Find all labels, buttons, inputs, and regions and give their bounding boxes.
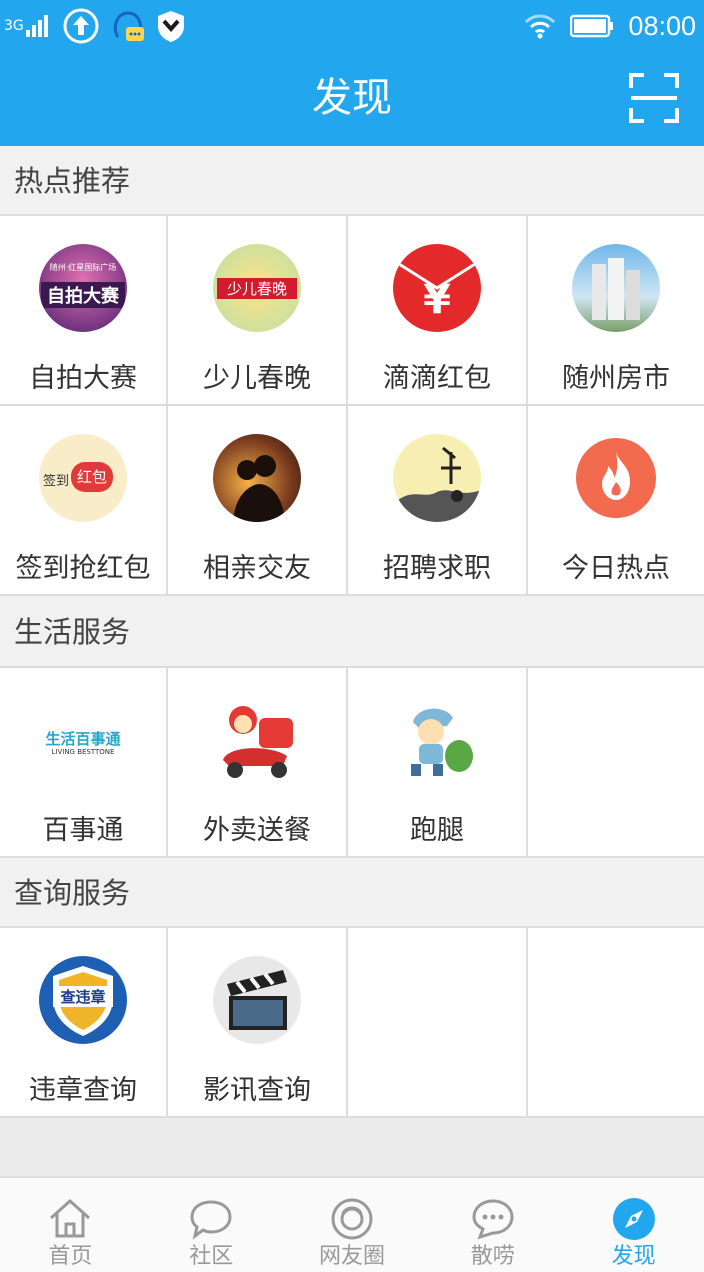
- checkin-red-packet-icon: 签到 红包: [39, 434, 127, 522]
- scan-icon: [629, 73, 679, 123]
- nav-label: 首页: [48, 1244, 93, 1269]
- hot-fire-icon: [576, 438, 656, 518]
- checkin-icon-right-text: 红包: [71, 462, 113, 492]
- red-envelope-icon: ¥: [393, 244, 481, 332]
- grid-item-selfie-contest[interactable]: 随州·红星国际广场 自拍大赛 自拍大赛: [0, 216, 168, 406]
- status-bar-right: 08:00: [524, 6, 696, 46]
- nav-friends-circle[interactable]: 网友圈: [282, 1178, 423, 1272]
- friends-circle-icon: [331, 1198, 373, 1240]
- traffic-violation-icon: 查违章: [39, 956, 127, 1044]
- page-title: 发现: [312, 75, 392, 121]
- query-grid: 查违章 违章查询 影讯查询: [0, 928, 704, 1118]
- grid-item-empty: [528, 668, 704, 858]
- qq-message-icon: [113, 11, 144, 41]
- food-delivery-icon: [213, 696, 301, 784]
- grid-item-errand[interactable]: 跑腿: [348, 668, 528, 858]
- movie-clapper-icon: [213, 956, 301, 1044]
- section-header-query: 查询服务: [0, 858, 704, 928]
- grid-item-red-envelope[interactable]: ¥ 滴滴红包: [348, 216, 528, 406]
- grid-item-empty: [528, 928, 704, 1118]
- nav-label: 散唠: [470, 1244, 515, 1269]
- buildings-shape: [592, 258, 640, 320]
- life-services-badge-sub: LIVING BESTTONE: [51, 748, 115, 756]
- nav-label: 网友圈: [318, 1244, 385, 1269]
- grid-item-jobs[interactable]: 招聘求职: [348, 406, 528, 596]
- kids-gala-icon-text: 少儿春晚: [217, 278, 297, 299]
- selfie-icon-top-text: 随州·红星国际广场: [49, 263, 117, 272]
- grid-item-life-services[interactable]: 生活百事通 LIVING BESTTONE 百事通: [0, 668, 168, 858]
- grid-item-label: 今日热点: [562, 553, 670, 584]
- grid-item-label: 随州房市: [562, 363, 670, 394]
- scan-button[interactable]: [628, 72, 680, 124]
- chat-dots-icon: [472, 1199, 514, 1240]
- status-bar-left: 3G: [4, 6, 186, 46]
- couple-silhouette-shape: [233, 455, 285, 522]
- wifi-icon: [525, 14, 556, 39]
- selfie-contest-icon: 随州·红星国际广场 自拍大赛: [39, 244, 127, 332]
- dating-icon: [213, 434, 301, 522]
- upload-icon: [63, 8, 99, 44]
- checkin-icon-left-text: 签到: [43, 474, 70, 489]
- grid-item-traffic-violation[interactable]: 查违章 违章查询: [0, 928, 168, 1118]
- grid-item-label: 影讯查询: [203, 1075, 311, 1106]
- bottom-nav: 首页 社区 网友圈 散唠 发现: [0, 1176, 704, 1272]
- grid-item-label: 百事通: [42, 815, 124, 846]
- grid-item-food-delivery[interactable]: 外卖送餐: [168, 668, 348, 858]
- discover-content: 热点推荐 随州·红星国际广场 自拍大赛 自拍大赛 少儿春晚 少儿春晚 ¥ 滴滴红…: [0, 146, 704, 1118]
- app-header: 发现: [0, 50, 704, 146]
- grid-item-label: 签到抢红包: [15, 553, 151, 584]
- kids-gala-icon: 少儿春晚: [213, 244, 301, 332]
- home-icon: [50, 1198, 91, 1238]
- grid-item-label: 外卖送餐: [203, 815, 311, 846]
- signal-icon: [25, 15, 48, 37]
- shield-icon: [157, 11, 184, 42]
- grid-item-label: 违章查询: [29, 1075, 137, 1106]
- section-header-hot: 热点推荐: [0, 146, 704, 216]
- ink-painting-shape: [393, 446, 481, 522]
- battery-icon: [570, 14, 614, 38]
- clock: 08:00: [628, 10, 696, 41]
- nav-community[interactable]: 社区: [141, 1178, 282, 1272]
- grid-item-label: 滴滴红包: [383, 363, 491, 394]
- nav-label: 发现: [611, 1244, 656, 1269]
- chat-bubble-icon: [190, 1200, 232, 1240]
- grid-item-checkin-red-packet[interactable]: 签到 红包 签到抢红包: [0, 406, 168, 596]
- flame-shape: [602, 452, 630, 500]
- grid-item-hot-today[interactable]: 今日热点: [528, 406, 704, 596]
- grid-item-label: 少儿春晚: [203, 363, 311, 394]
- life-services-icon: 生活百事通 LIVING BESTTONE: [38, 696, 128, 784]
- violation-badge-text: 查违章: [53, 986, 113, 1007]
- grid-item-kids-gala[interactable]: 少儿春晚 少儿春晚: [168, 216, 348, 406]
- status-bar: 3G 08:00: [0, 0, 704, 50]
- errand-runner-icon: [393, 696, 481, 784]
- life-grid: 生活百事通 LIVING BESTTONE 百事通 外卖送餐 跑腿: [0, 668, 704, 858]
- nav-chat[interactable]: 散唠: [422, 1178, 563, 1272]
- nav-home[interactable]: 首页: [0, 1178, 141, 1272]
- grid-item-label: 招聘求职: [383, 553, 491, 584]
- housing-icon: [572, 244, 660, 332]
- life-services-badge-text: 生活百事通: [45, 730, 121, 748]
- grid-item-label: 相亲交友: [203, 553, 311, 584]
- grid-item-dating[interactable]: 相亲交友: [168, 406, 348, 596]
- nav-discover[interactable]: 发现: [563, 1178, 704, 1272]
- yuan-symbol: ¥: [423, 277, 451, 323]
- compass-icon: [612, 1198, 655, 1240]
- section-header-life: 生活服务: [0, 596, 704, 668]
- network-type: 3G: [4, 18, 24, 34]
- hot-grid: 随州·红星国际广场 自拍大赛 自拍大赛 少儿春晚 少儿春晚 ¥ 滴滴红包 随州房…: [0, 216, 704, 596]
- grid-item-housing[interactable]: 随州房市: [528, 216, 704, 406]
- runner-shape: [411, 708, 473, 776]
- grid-item-movie[interactable]: 影讯查询: [168, 928, 348, 1118]
- grid-item-label: 自拍大赛: [29, 363, 137, 394]
- nav-label: 社区: [189, 1244, 234, 1269]
- delivery-rider-shape: [223, 706, 293, 778]
- jobs-icon: [393, 434, 481, 522]
- grid-item-empty: [348, 928, 528, 1118]
- selfie-icon-main-text: 自拍大赛: [41, 282, 125, 308]
- clapperboard-shape: [227, 970, 287, 1030]
- grid-item-label: 跑腿: [410, 815, 464, 846]
